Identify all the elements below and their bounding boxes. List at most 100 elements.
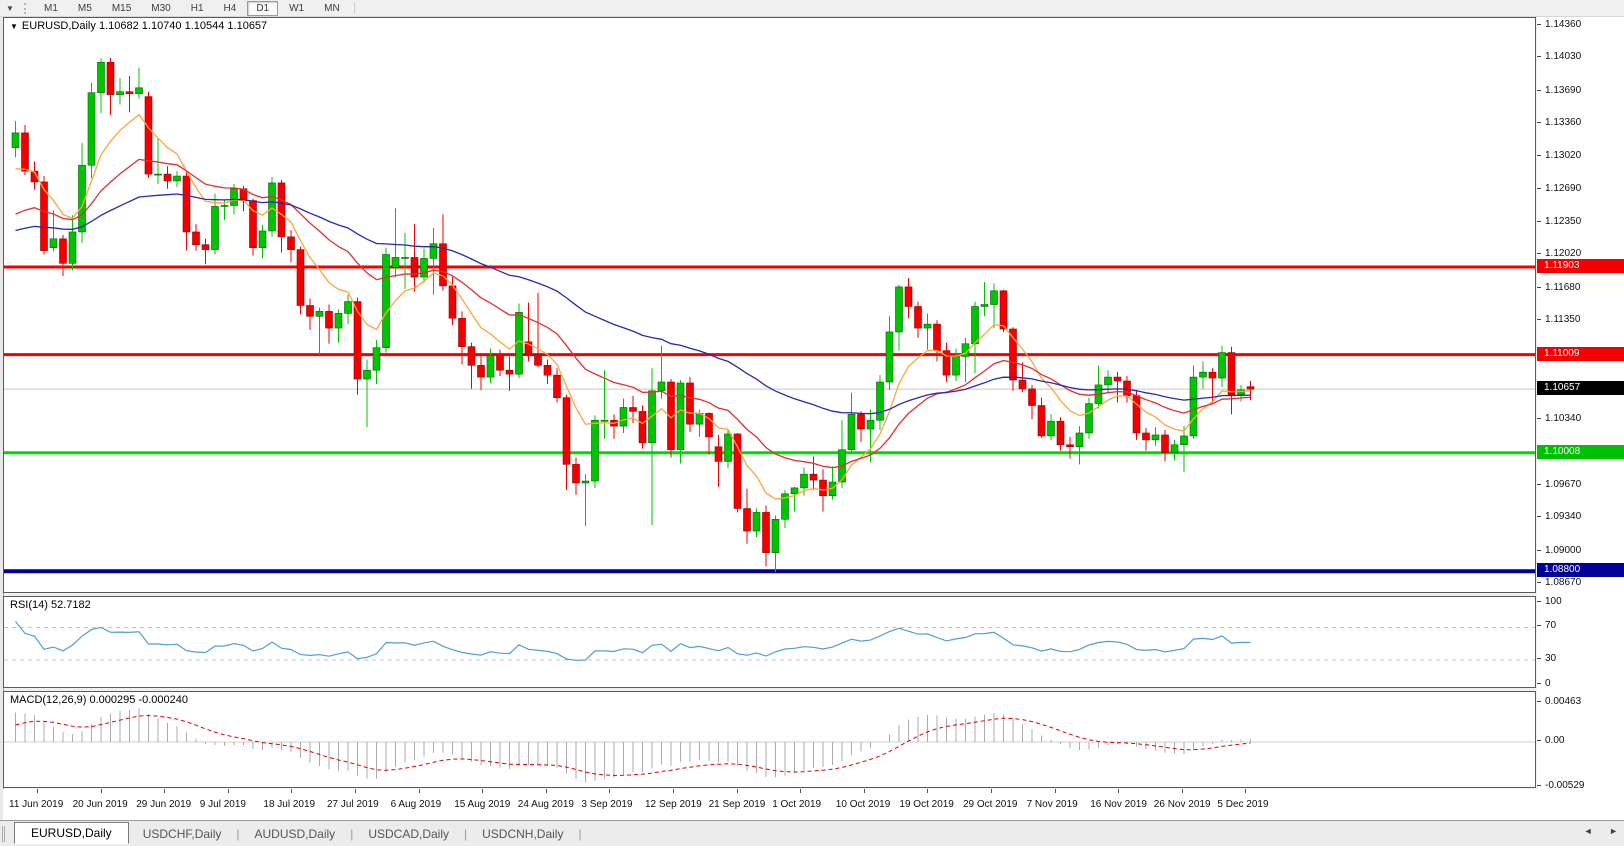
tick-label: 0.00	[1545, 735, 1564, 747]
tick-dash	[1537, 319, 1541, 320]
rsi-line	[16, 621, 1251, 660]
price-axis-tick: 1.12690	[1537, 183, 1624, 195]
timeframe-button-h1[interactable]: H1	[182, 1, 213, 16]
tick-label: 1.14360	[1545, 19, 1581, 31]
tick-label: 30	[1545, 653, 1556, 665]
price-line-badge: 1.10657	[1537, 381, 1624, 395]
timeframe-button-m15[interactable]: M15	[103, 1, 140, 16]
tick-dash	[1537, 122, 1541, 123]
price-axis-tick: 1.14360	[1537, 19, 1624, 31]
chart-tab-usdcad[interactable]: USDCAD,Daily	[354, 825, 463, 843]
price-axis-tick: 1.09000	[1537, 545, 1624, 557]
time-axis-tick	[1245, 789, 1246, 793]
price-axis-tick: 1.14030	[1537, 51, 1624, 63]
tick-dash	[1537, 56, 1541, 57]
price-chart-pane[interactable]: ▼EURUSD,Daily 1.10682 1.10740 1.10544 1.…	[3, 17, 1536, 593]
ma-line-8	[16, 115, 1251, 499]
timeframe-buttons: M1M5M15M30H1H4D1W1MN	[34, 1, 350, 16]
tick-dash	[1537, 550, 1541, 551]
tab-scroll-right-icon[interactable]: ►	[1609, 826, 1618, 836]
chart-title-dropdown-icon[interactable]: ▼	[10, 22, 18, 31]
chart-tab-usdchf[interactable]: USDCHF,Daily	[129, 825, 236, 843]
rsi-canvas[interactable]	[4, 597, 1535, 687]
time-axis-label: 6 Aug 2019	[391, 799, 442, 810]
price-line-badge: 1.11903	[1537, 259, 1624, 273]
timeframe-button-mn[interactable]: MN	[315, 1, 349, 16]
price-chart-canvas[interactable]	[4, 18, 1535, 592]
macd-indicator-pane[interactable]: MACD(12,26,9) 0.000295 -0.000240	[3, 691, 1536, 788]
tick-dash	[1537, 90, 1541, 91]
tick-dash	[1537, 582, 1541, 583]
candlesticks-layer[interactable]	[12, 58, 1254, 572]
time-axis-label: 19 Oct 2019	[899, 799, 953, 810]
tick-dash	[1537, 253, 1541, 254]
tick-dash	[1537, 516, 1541, 517]
price-line-badge: 1.10008	[1537, 445, 1624, 459]
time-axis-tick	[101, 789, 102, 793]
price-axis-tick: 1.08670	[1537, 577, 1624, 589]
time-axis-label: 20 Jun 2019	[73, 799, 128, 810]
time-axis-tick	[355, 789, 356, 793]
tick-label: 1.09670	[1545, 479, 1581, 491]
tab-separator: |	[236, 827, 239, 841]
timeframe-button-w1[interactable]: W1	[280, 1, 313, 16]
tick-label: 70	[1545, 620, 1556, 632]
tick-label: 1.09000	[1545, 545, 1581, 557]
tab-scroll-controls: ◄ ►	[1570, 826, 1618, 836]
tick-dash	[1537, 625, 1541, 626]
time-axis-label: 15 Aug 2019	[454, 799, 510, 810]
rsi-axis-tick: 30	[1537, 653, 1624, 665]
time-axis-tick	[37, 789, 38, 793]
tick-label: 1.14030	[1545, 51, 1581, 63]
time-axis-tick	[482, 789, 483, 793]
tab-scroll-left-icon[interactable]: ◄	[1584, 826, 1593, 836]
price-axis-tick: 1.11350	[1537, 314, 1624, 326]
time-axis[interactable]: 11 Jun 201920 Jun 201929 Jun 20199 Jul 2…	[3, 789, 1624, 820]
price-axis-tick: 1.13020	[1537, 150, 1624, 162]
time-axis-label: 10 Oct 2019	[836, 799, 890, 810]
timeframe-button-m30[interactable]: M30	[142, 1, 179, 16]
time-axis-tick	[419, 789, 420, 793]
time-axis-label: 1 Oct 2019	[772, 799, 821, 810]
tick-dash	[1537, 683, 1541, 684]
rsi-indicator-pane[interactable]: RSI(14) 52.7182	[3, 596, 1536, 688]
time-axis-tick	[1118, 789, 1119, 793]
tick-label: 0.00463	[1545, 696, 1581, 708]
time-axis-label: 29 Jun 2019	[136, 799, 191, 810]
chart-tab-audusd[interactable]: AUDUSD,Daily	[241, 825, 350, 843]
time-axis-label: 24 Aug 2019	[518, 799, 574, 810]
tick-label: 1.12350	[1545, 216, 1581, 228]
timeframe-button-m5[interactable]: M5	[69, 1, 101, 16]
time-axis-label: 3 Sep 2019	[581, 799, 632, 810]
time-axis-tick	[800, 789, 801, 793]
timeframe-button-d1[interactable]: D1	[247, 1, 278, 16]
time-axis-tick	[737, 789, 738, 793]
time-axis-tick	[1055, 789, 1056, 793]
price-axis-tick: 1.09670	[1537, 479, 1624, 491]
macd-label: MACD(12,26,9) 0.000295 -0.000240	[10, 694, 188, 706]
price-axis-tick: 1.11680	[1537, 282, 1624, 294]
tick-label: 1.10340	[1545, 413, 1581, 425]
price-axis[interactable]: 1.143601.140301.136901.133601.130201.126…	[1537, 17, 1624, 789]
tick-dash	[1537, 155, 1541, 156]
chart-title: ▼EURUSD,Daily 1.10682 1.10740 1.10544 1.…	[10, 20, 267, 32]
macd-canvas[interactable]	[4, 692, 1535, 787]
time-axis-label: 21 Sep 2019	[709, 799, 766, 810]
chart-tab-eurusd[interactable]: EURUSD,Daily	[14, 822, 129, 844]
time-axis-label: 5 Dec 2019	[1217, 799, 1268, 810]
tick-dash	[1537, 221, 1541, 222]
time-axis-label: 26 Nov 2019	[1154, 799, 1211, 810]
tick-dash	[1537, 24, 1541, 25]
tick-label: 1.08670	[1545, 577, 1581, 589]
rsi-label: RSI(14) 52.7182	[10, 599, 91, 611]
chart-tabs: EURUSD,DailyUSDCHF,Daily|AUDUSD,Daily|US…	[14, 823, 583, 844]
timeframe-button-h4[interactable]: H4	[215, 1, 246, 16]
rsi-axis-tick: 0	[1537, 678, 1624, 690]
time-axis-label: 11 Jun 2019	[9, 799, 63, 810]
chart-dropdown-icon[interactable]: ▼	[0, 4, 20, 13]
timeframe-button-m1[interactable]: M1	[35, 1, 67, 16]
price-axis-tick: 1.13690	[1537, 85, 1624, 97]
price-line-badge: 1.11009	[1537, 347, 1624, 361]
time-axis-tick	[291, 789, 292, 793]
chart-tab-usdcnh[interactable]: USDCNH,Daily	[468, 825, 577, 843]
